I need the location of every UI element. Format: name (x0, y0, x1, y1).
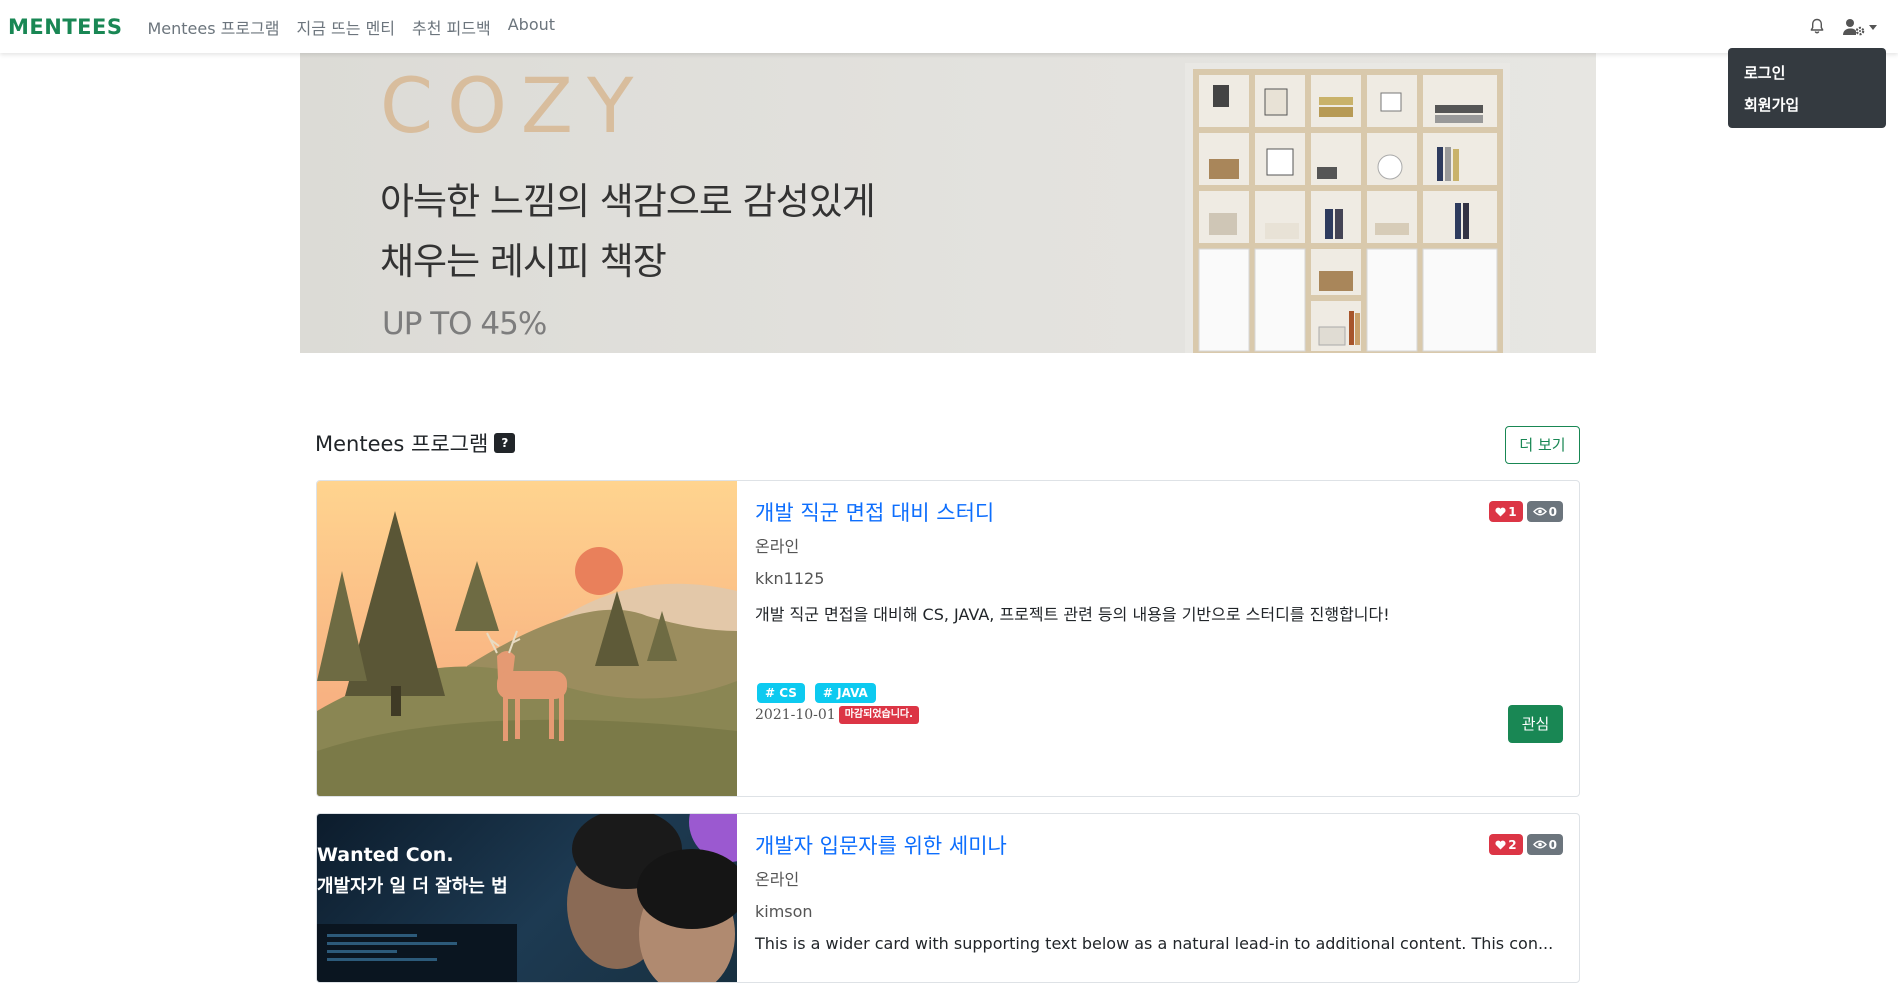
card-title[interactable]: 개발 직군 면접 대비 스터디 (755, 497, 994, 527)
card-stats: 2 0 (1489, 834, 1563, 855)
section-title-text: Mentees 프로그램 (315, 432, 489, 456)
user-menu-toggle[interactable] (1843, 18, 1878, 36)
likes-badge[interactable]: 1 (1489, 501, 1523, 522)
navbar: MENTEES Mentees 프로그램 지금 뜨는 멘티 추천 피드백 Abo… (0, 0, 1898, 53)
card-date: 2021-10-01 (755, 707, 836, 723)
help-badge[interactable]: ? (494, 433, 516, 453)
hero-banner[interactable]: COZY 아늑한 느낌의 색감으로 감성있게 채우는 레시피 책장 UP TO … (300, 53, 1596, 353)
section-title: Mentees 프로그램 ? (315, 428, 516, 458)
user-dropdown-menu: 로그인 회원가입 (1728, 48, 1886, 128)
banner-tagline-1: 아늑한 느낌의 색감으로 감성있게 (380, 180, 876, 223)
views-count: 0 (1548, 504, 1557, 519)
caret-down-icon (1869, 24, 1877, 30)
card-description: 개발 직군 면접을 대비해 CS, JAVA, 프로젝트 관련 등의 내용을 기… (755, 605, 1390, 624)
nav-link-about[interactable]: About (508, 15, 555, 39)
eye-icon (1532, 507, 1547, 516)
nav-link-feedback[interactable]: 추천 피드백 (412, 15, 491, 39)
card-mode: 온라인 (755, 537, 800, 556)
nav-link-trending[interactable]: 지금 뜨는 멘티 (297, 15, 396, 39)
banner-headline: COZY (380, 61, 648, 150)
views-badge: 0 (1526, 501, 1563, 522)
views-count: 0 (1548, 837, 1557, 852)
program-card: Wanted Con. 개발자가 일 더 잘하는 법 개발자 입문자를 위한 세… (316, 813, 1580, 983)
interest-button[interactable]: 관심 (1508, 705, 1563, 743)
program-card: 개발 직군 면접 대비 스터디 온라인 kkn1125 개발 직군 면접을 대비… (316, 480, 1580, 797)
card-title[interactable]: 개발자 입문자를 위한 세미나 (755, 830, 1007, 860)
user-gear-icon (1843, 18, 1865, 35)
notification-button[interactable] (1809, 18, 1825, 35)
card-description: This is a wider card with supporting tex… (755, 934, 1554, 953)
likes-count: 1 (1508, 504, 1517, 519)
nav-links: Mentees 프로그램 지금 뜨는 멘티 추천 피드백 About (147, 15, 555, 39)
heart-icon (1495, 840, 1506, 850)
banner-promo: UP TO 45% (382, 306, 547, 342)
likes-badge[interactable]: 2 (1489, 834, 1523, 855)
card-tags: # CS # JAVA (757, 683, 876, 703)
card-author: kimson (755, 902, 813, 921)
tag-chip[interactable]: # JAVA (814, 683, 876, 703)
login-menu-item[interactable]: 로그인 (1744, 60, 1886, 92)
image-caption-2: 개발자가 일 더 잘하는 법 (317, 876, 508, 897)
likes-count: 2 (1508, 837, 1517, 852)
card-image-seminar: Wanted Con. 개발자가 일 더 잘하는 법 (317, 814, 737, 982)
tag-chip[interactable]: # CS (757, 683, 805, 703)
card-date-row: 2021-10-01 마감되었습니다. (755, 706, 919, 724)
bookshelf-illustration (1185, 63, 1510, 353)
brand-logo[interactable]: MENTEES (8, 15, 122, 39)
bell-icon (1810, 18, 1824, 34)
nav-right (1809, 0, 1878, 53)
card-image-landscape (317, 481, 737, 796)
status-badge: 마감되었습니다. (838, 706, 919, 724)
image-caption-1: Wanted Con. (317, 844, 454, 866)
nav-link-programs[interactable]: Mentees 프로그램 (147, 15, 279, 39)
card-author: kkn1125 (755, 569, 825, 588)
heart-icon (1495, 507, 1506, 517)
signup-menu-item[interactable]: 회원가입 (1744, 92, 1886, 124)
card-stats: 1 0 (1489, 501, 1563, 522)
eye-icon (1532, 840, 1547, 849)
banner-tagline-2: 채우는 레시피 책장 (380, 240, 667, 283)
views-badge: 0 (1526, 834, 1563, 855)
more-button[interactable]: 더 보기 (1505, 426, 1580, 464)
card-mode: 온라인 (755, 870, 800, 889)
